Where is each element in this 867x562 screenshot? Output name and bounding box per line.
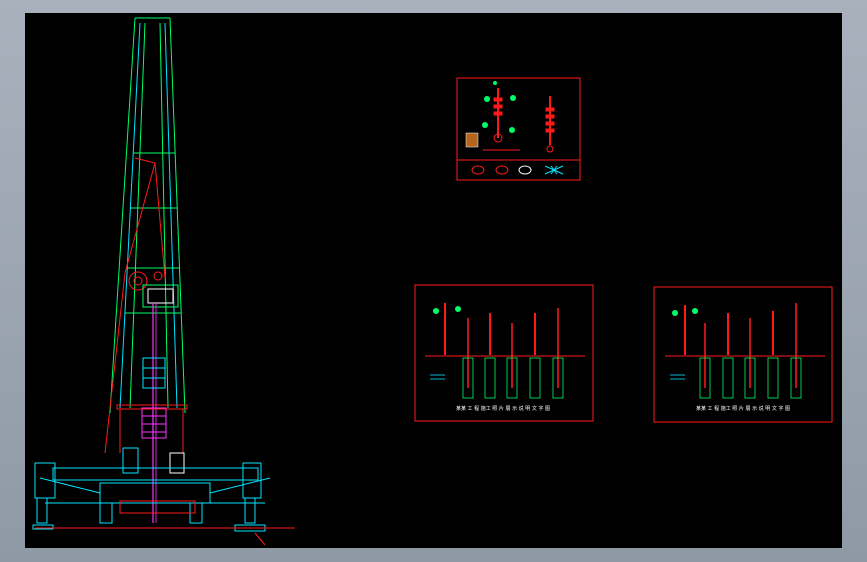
cad-drawing: 某某 工 程 施工 照 片 展 示 说 明 文 字 图 某某 工 程 施工 照 … <box>32 17 833 546</box>
rig-tower-elevation <box>32 17 295 546</box>
oval-symbol <box>518 165 532 175</box>
insulators-b <box>444 303 559 388</box>
panel-a-frame <box>456 77 581 181</box>
cross-hatch-symbol <box>544 165 564 175</box>
insulator-a2 <box>545 96 555 145</box>
panel-c-frame <box>653 286 833 423</box>
ring-symbol <box>471 165 485 175</box>
winch-drum <box>128 271 148 291</box>
double-ring-symbol <box>495 165 509 175</box>
insulator-a1 <box>493 88 503 138</box>
panel-c-caption: 某某 工 程 施工 照 片 展 示 说 明 文 字 图 <box>696 405 790 412</box>
foundations-b <box>462 357 564 399</box>
nameplate-icon <box>465 132 479 148</box>
insulators-c <box>684 303 797 388</box>
cad-drawing-canvas[interactable]: 某某 工 程 施工 照 片 展 示 说 明 文 字 图 某某 工 程 施工 照 … <box>25 13 842 548</box>
panel-a-legend <box>471 165 564 175</box>
panel-c: 某某 工 程 施工 照 片 展 示 说 明 文 字 图 <box>653 286 833 423</box>
panel-b: 某某 工 程 施工 照 片 展 示 说 明 文 字 图 <box>414 284 594 422</box>
panel-b-caption: 某某 工 程 施工 照 片 展 示 说 明 文 字 图 <box>456 405 550 412</box>
panel-a <box>456 77 581 181</box>
mast-outline-right <box>169 17 186 414</box>
panel-b-frame <box>414 284 594 422</box>
